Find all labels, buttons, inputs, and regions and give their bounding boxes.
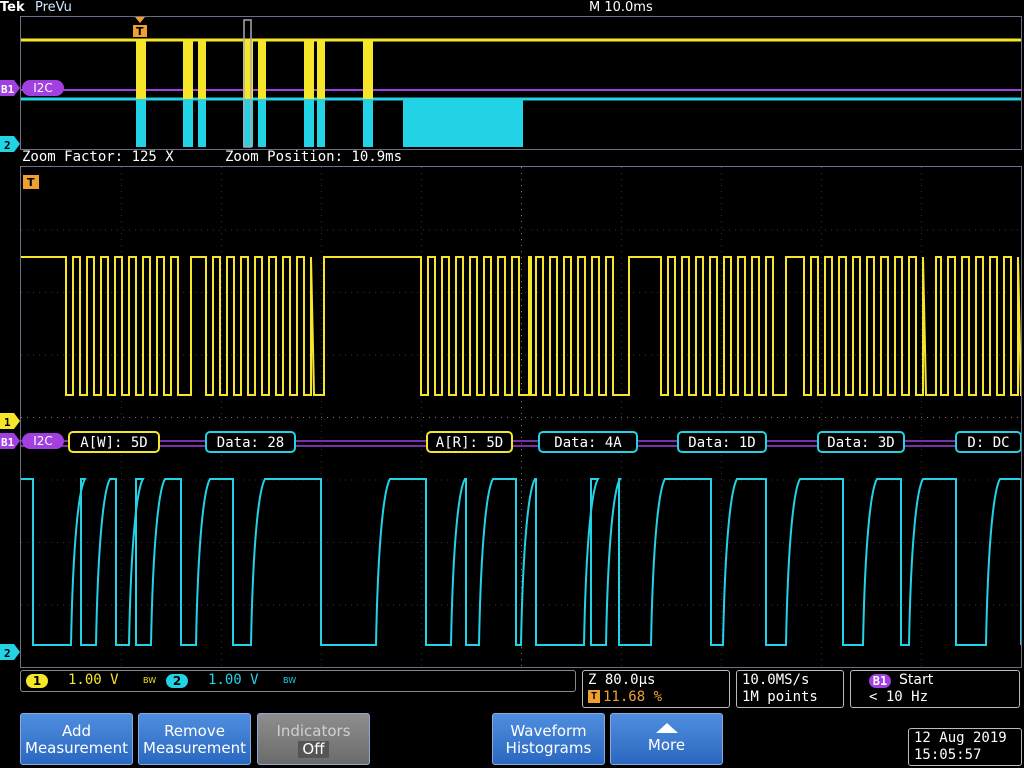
trigger-position-label: T — [27, 176, 35, 189]
decode-packets: A[W]: 5D Data: 28 A[R]: 5D Data: 4A Data: 1D… — [68, 431, 1022, 453]
add-measurement-button[interactable]: Add Measurement — [20, 713, 133, 765]
indicators-value: Off — [298, 741, 329, 758]
indicators-button[interactable]: Indicators Off — [257, 713, 370, 765]
trigger-position-percent: 11.68 % — [603, 689, 663, 705]
top-status-bar: Tek PreVu M 10.0ms — [0, 0, 1024, 16]
overview-ch1-bursts — [136, 40, 373, 102]
acquisition-readout[interactable]: 10.0MS/s 1M points — [736, 670, 844, 708]
date-time-display: 12 Aug 2019 15:05:57 — [908, 728, 1022, 766]
channel-status-bar[interactable]: 1 1.00 V BW 2 1.00 V BW — [20, 670, 576, 692]
overview-left-markers: B1 2 — [0, 80, 20, 152]
overview-ch2-bursts — [136, 99, 523, 147]
date: 12 Aug 2019 — [914, 730, 1007, 746]
remove-measurement-button[interactable]: Remove Measurement — [138, 713, 251, 765]
more-label: More — [647, 736, 686, 754]
decode-packet-label: Data: 4A — [554, 435, 622, 451]
decode-packet-label: Data: 3D — [827, 435, 894, 451]
main-left-markers: 1 B1 2 — [0, 413, 20, 660]
ch1-chip[interactable]: 1 — [26, 674, 48, 688]
graticule — [21, 167, 1018, 666]
overview-waveform-svg: T — [21, 17, 1021, 148]
time: 15:05:57 — [914, 747, 982, 763]
decode-packet-label: Data: 1D — [688, 435, 755, 451]
zoom-waveform-display[interactable]: A[W]: 5D Data: 28 A[R]: 5D Data: 4A Data: 1D… — [20, 166, 1024, 668]
timebase-readout: M 10.0ms — [589, 0, 653, 15]
ch2-scale: 1.00 V — [208, 672, 259, 688]
bus-name-tag: I2C — [22, 433, 64, 449]
remove-measurement-label-2: Measurement — [143, 739, 246, 757]
record-length: 1M points — [742, 689, 818, 705]
acquisition-mode: PreVu — [35, 0, 72, 15]
ch1-scale: 1.00 V — [68, 672, 119, 688]
overview-waveform-display[interactable]: T — [20, 16, 1022, 150]
ch2-chip[interactable]: 2 — [166, 674, 188, 688]
remove-measurement-label-1: Remove — [164, 722, 225, 740]
decode-packet-label: Data: 28 — [217, 435, 284, 451]
zoom-scale: Z 80.0µs — [588, 672, 656, 688]
horizontal-zoom-readout[interactable]: Z 80.0µs T 11.68 % — [582, 670, 730, 708]
histograms-label-2: Histograms — [505, 739, 592, 757]
decode-packet-label: A[R]: 5D — [436, 435, 503, 451]
decode-packet-label: D: DC — [967, 435, 1009, 451]
overview-ch2-marker-label: 2 — [4, 139, 11, 152]
ch2-bw-limit: BW — [283, 676, 297, 685]
indicators-label: Indicators — [276, 722, 351, 740]
trigger-bus-chip: B1 — [869, 674, 891, 688]
trigger-frequency: < 10 Hz — [869, 689, 929, 705]
chevron-up-icon — [655, 723, 678, 733]
ch2-ground-marker-label: 2 — [4, 647, 11, 660]
waveform-histograms-button[interactable]: Waveform Histograms — [492, 713, 605, 765]
trigger-readout[interactable]: B1 Start < 10 Hz — [850, 670, 1020, 708]
decode-packet-label: A[W]: 5D — [80, 435, 147, 451]
ch1-trace — [21, 256, 1024, 396]
bus-marker-label: B1 — [1, 436, 15, 449]
zoom-waveform-svg: A[W]: 5D Data: 28 A[R]: 5D Data: 4A Data: 1D… — [21, 167, 1024, 666]
zoom-position: Zoom Position: 10.9ms — [225, 149, 403, 165]
overview-bus-marker-label: B1 — [1, 83, 15, 96]
overview-trigger-label: T — [136, 25, 144, 38]
trigger-condition: Start — [899, 672, 934, 688]
histograms-label-1: Waveform — [510, 722, 587, 740]
overview-bus-name-tag: I2C — [22, 80, 64, 96]
zoom-factor: Zoom Factor: 125 X — [22, 149, 174, 165]
add-measurement-label-1: Add — [61, 722, 92, 740]
more-button[interactable]: More — [610, 713, 723, 765]
ch1-bw-limit: BW — [143, 676, 157, 685]
add-measurement-label-2: Measurement — [25, 739, 128, 757]
overview-trigger-arrow — [135, 17, 145, 23]
brand-logo: Tek — [0, 0, 25, 15]
trigger-pos-icon: T — [588, 690, 600, 703]
sample-rate: 10.0MS/s — [742, 672, 810, 688]
ch1-ground-marker-label: 1 — [4, 416, 11, 429]
